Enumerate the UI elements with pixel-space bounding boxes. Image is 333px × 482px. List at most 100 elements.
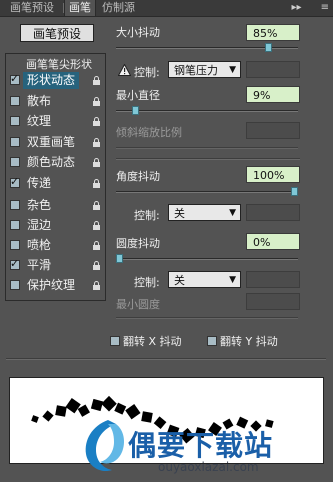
warning-icon: [118, 64, 131, 76]
brush-options-list: 画笔笔尖形状 形状动态 散布 纹理 双重画笔 颜色动态 传递 杂色 湿边: [5, 53, 106, 301]
checkbox[interactable]: [10, 116, 20, 126]
size-control-input[interactable]: [246, 61, 300, 78]
lock-icon[interactable]: [92, 179, 101, 188]
list-item-label: 纹理: [27, 114, 52, 128]
chevron-down-icon: ▼: [229, 65, 236, 75]
angle-jitter-value[interactable]: 100%: [246, 166, 300, 183]
list-item-label: 喷枪: [27, 238, 52, 252]
list-item-label: 颜色动态: [27, 155, 76, 169]
flip-x-label: 翻转 X 抖动: [123, 335, 182, 348]
min-roundness-input[interactable]: [246, 293, 300, 310]
list-item-label: 湿边: [27, 218, 52, 232]
list-item-color-dynamics[interactable]: 颜色动态: [6, 154, 105, 171]
min-roundness-label: 最小圆度: [116, 298, 160, 311]
watermark: 偶要下载站 ouyaoxiazai.com: [78, 416, 328, 482]
list-item-shape-dynamics[interactable]: 形状动态: [6, 72, 105, 89]
list-item-dual-brush[interactable]: 双重画笔: [6, 134, 105, 151]
size-control-value: 钢笔压力: [174, 64, 218, 77]
watermark-title: 偶要下载站: [128, 429, 274, 462]
checkbox[interactable]: [10, 137, 20, 147]
min-diameter-slider-thumb[interactable]: [131, 106, 139, 115]
lock-icon[interactable]: [92, 97, 101, 106]
tilt-scale-slider-track[interactable]: [116, 147, 298, 149]
angle-jitter-slider-track[interactable]: [116, 191, 298, 193]
collapse-icon[interactable]: ▸▸: [291, 2, 301, 13]
lock-icon[interactable]: [92, 221, 101, 230]
checkbox[interactable]: [10, 175, 20, 188]
roundness-jitter-value[interactable]: 0%: [246, 233, 300, 250]
angle-control-input[interactable]: [246, 204, 300, 221]
lock-icon[interactable]: [92, 241, 101, 250]
list-item-label: 双重画笔: [27, 135, 76, 149]
min-diameter-value[interactable]: 9%: [246, 86, 300, 103]
tab-brush[interactable]: 画笔: [64, 0, 96, 16]
roundness-control-input[interactable]: [246, 271, 300, 288]
tab-brush-presets[interactable]: 画笔预设: [6, 0, 58, 16]
list-item-transfer[interactable]: 传递: [6, 175, 105, 192]
list-item-texture[interactable]: 纹理: [6, 113, 105, 130]
list-item-wet-edges[interactable]: 湿边: [6, 217, 105, 234]
angle-jitter-slider-thumb[interactable]: [291, 187, 298, 196]
flip-x-checkbox[interactable]: 翻转 X 抖动: [110, 333, 182, 349]
list-item-label: 散布: [27, 94, 52, 108]
size-jitter-label: 大小抖动: [116, 26, 160, 39]
list-item-scattering[interactable]: 散布: [6, 93, 105, 110]
checkbox[interactable]: [10, 220, 20, 230]
angle-control-select[interactable]: 关 ▼: [168, 204, 241, 221]
list-item-label: 保护纹理: [27, 278, 76, 292]
checkbox[interactable]: [10, 240, 20, 250]
roundness-jitter-slider-track[interactable]: [116, 258, 298, 260]
list-item-label: 杂色: [27, 198, 52, 212]
chevron-down-icon: ▼: [229, 275, 236, 285]
size-jitter-value[interactable]: 85%: [246, 24, 300, 41]
lock-icon[interactable]: [92, 117, 101, 126]
angle-control-label: 控制:: [134, 209, 160, 222]
list-item-smoothing[interactable]: 平滑: [6, 257, 105, 274]
roundness-control-label: 控制:: [134, 276, 160, 289]
flip-y-checkbox[interactable]: 翻转 Y 抖动: [207, 333, 278, 349]
min-roundness-slider-track[interactable]: [116, 317, 298, 319]
checkbox[interactable]: [10, 72, 20, 85]
list-item-label: 平滑: [27, 258, 52, 272]
roundness-jitter-slider-thumb[interactable]: [116, 254, 123, 263]
size-control-label: 控制:: [134, 66, 160, 79]
lock-icon[interactable]: [92, 76, 101, 85]
checkbox[interactable]: [10, 257, 20, 270]
size-control-select[interactable]: 钢笔压力 ▼: [168, 61, 241, 78]
divider: [116, 158, 300, 160]
angle-jitter-label: 角度抖动: [116, 170, 160, 183]
min-diameter-slider-track[interactable]: [116, 110, 298, 112]
checkbox[interactable]: [10, 157, 20, 167]
tab-clone-source[interactable]: 仿制源: [98, 0, 139, 16]
roundness-jitter-label: 圆度抖动: [116, 237, 160, 250]
tilt-scale-label: 倾斜缩放比例: [116, 126, 182, 139]
checkbox[interactable]: [207, 336, 217, 346]
checkbox[interactable]: [10, 200, 20, 210]
checkbox[interactable]: [10, 96, 20, 106]
panel-tab-bar: 画笔预设 画笔 仿制源 ▸▸ ≡: [0, 0, 333, 17]
lock-icon[interactable]: [92, 138, 101, 147]
angle-control-value: 关: [174, 207, 185, 220]
checkbox[interactable]: [110, 336, 120, 346]
list-item-label: 形状动态: [23, 72, 80, 89]
list-item-protect-texture[interactable]: 保护纹理: [6, 277, 105, 294]
watermark-logo-icon: [85, 420, 124, 472]
roundness-control-select[interactable]: 关 ▼: [168, 271, 241, 288]
list-item-noise[interactable]: 杂色: [6, 197, 105, 214]
lock-icon[interactable]: [92, 281, 101, 290]
flip-y-label: 翻转 Y 抖动: [220, 335, 278, 348]
list-item-airbrush[interactable]: 喷枪: [6, 237, 105, 254]
menu-icon[interactable]: ≡: [321, 2, 329, 13]
tilt-scale-input[interactable]: [246, 122, 300, 139]
lock-icon[interactable]: [92, 261, 101, 270]
roundness-control-value: 关: [174, 274, 185, 287]
brush-presets-button[interactable]: 画笔预设: [20, 24, 94, 42]
panel-menu-controls: ▸▸ ≡: [291, 0, 329, 16]
lock-icon[interactable]: [92, 158, 101, 167]
lock-icon[interactable]: [92, 201, 101, 210]
brush-tip-shape-item[interactable]: 画笔笔尖形状: [26, 56, 92, 72]
checkbox[interactable]: [10, 280, 20, 290]
size-jitter-slider-thumb[interactable]: [264, 43, 272, 52]
divider: [6, 358, 326, 360]
min-diameter-label: 最小直径: [116, 89, 160, 102]
